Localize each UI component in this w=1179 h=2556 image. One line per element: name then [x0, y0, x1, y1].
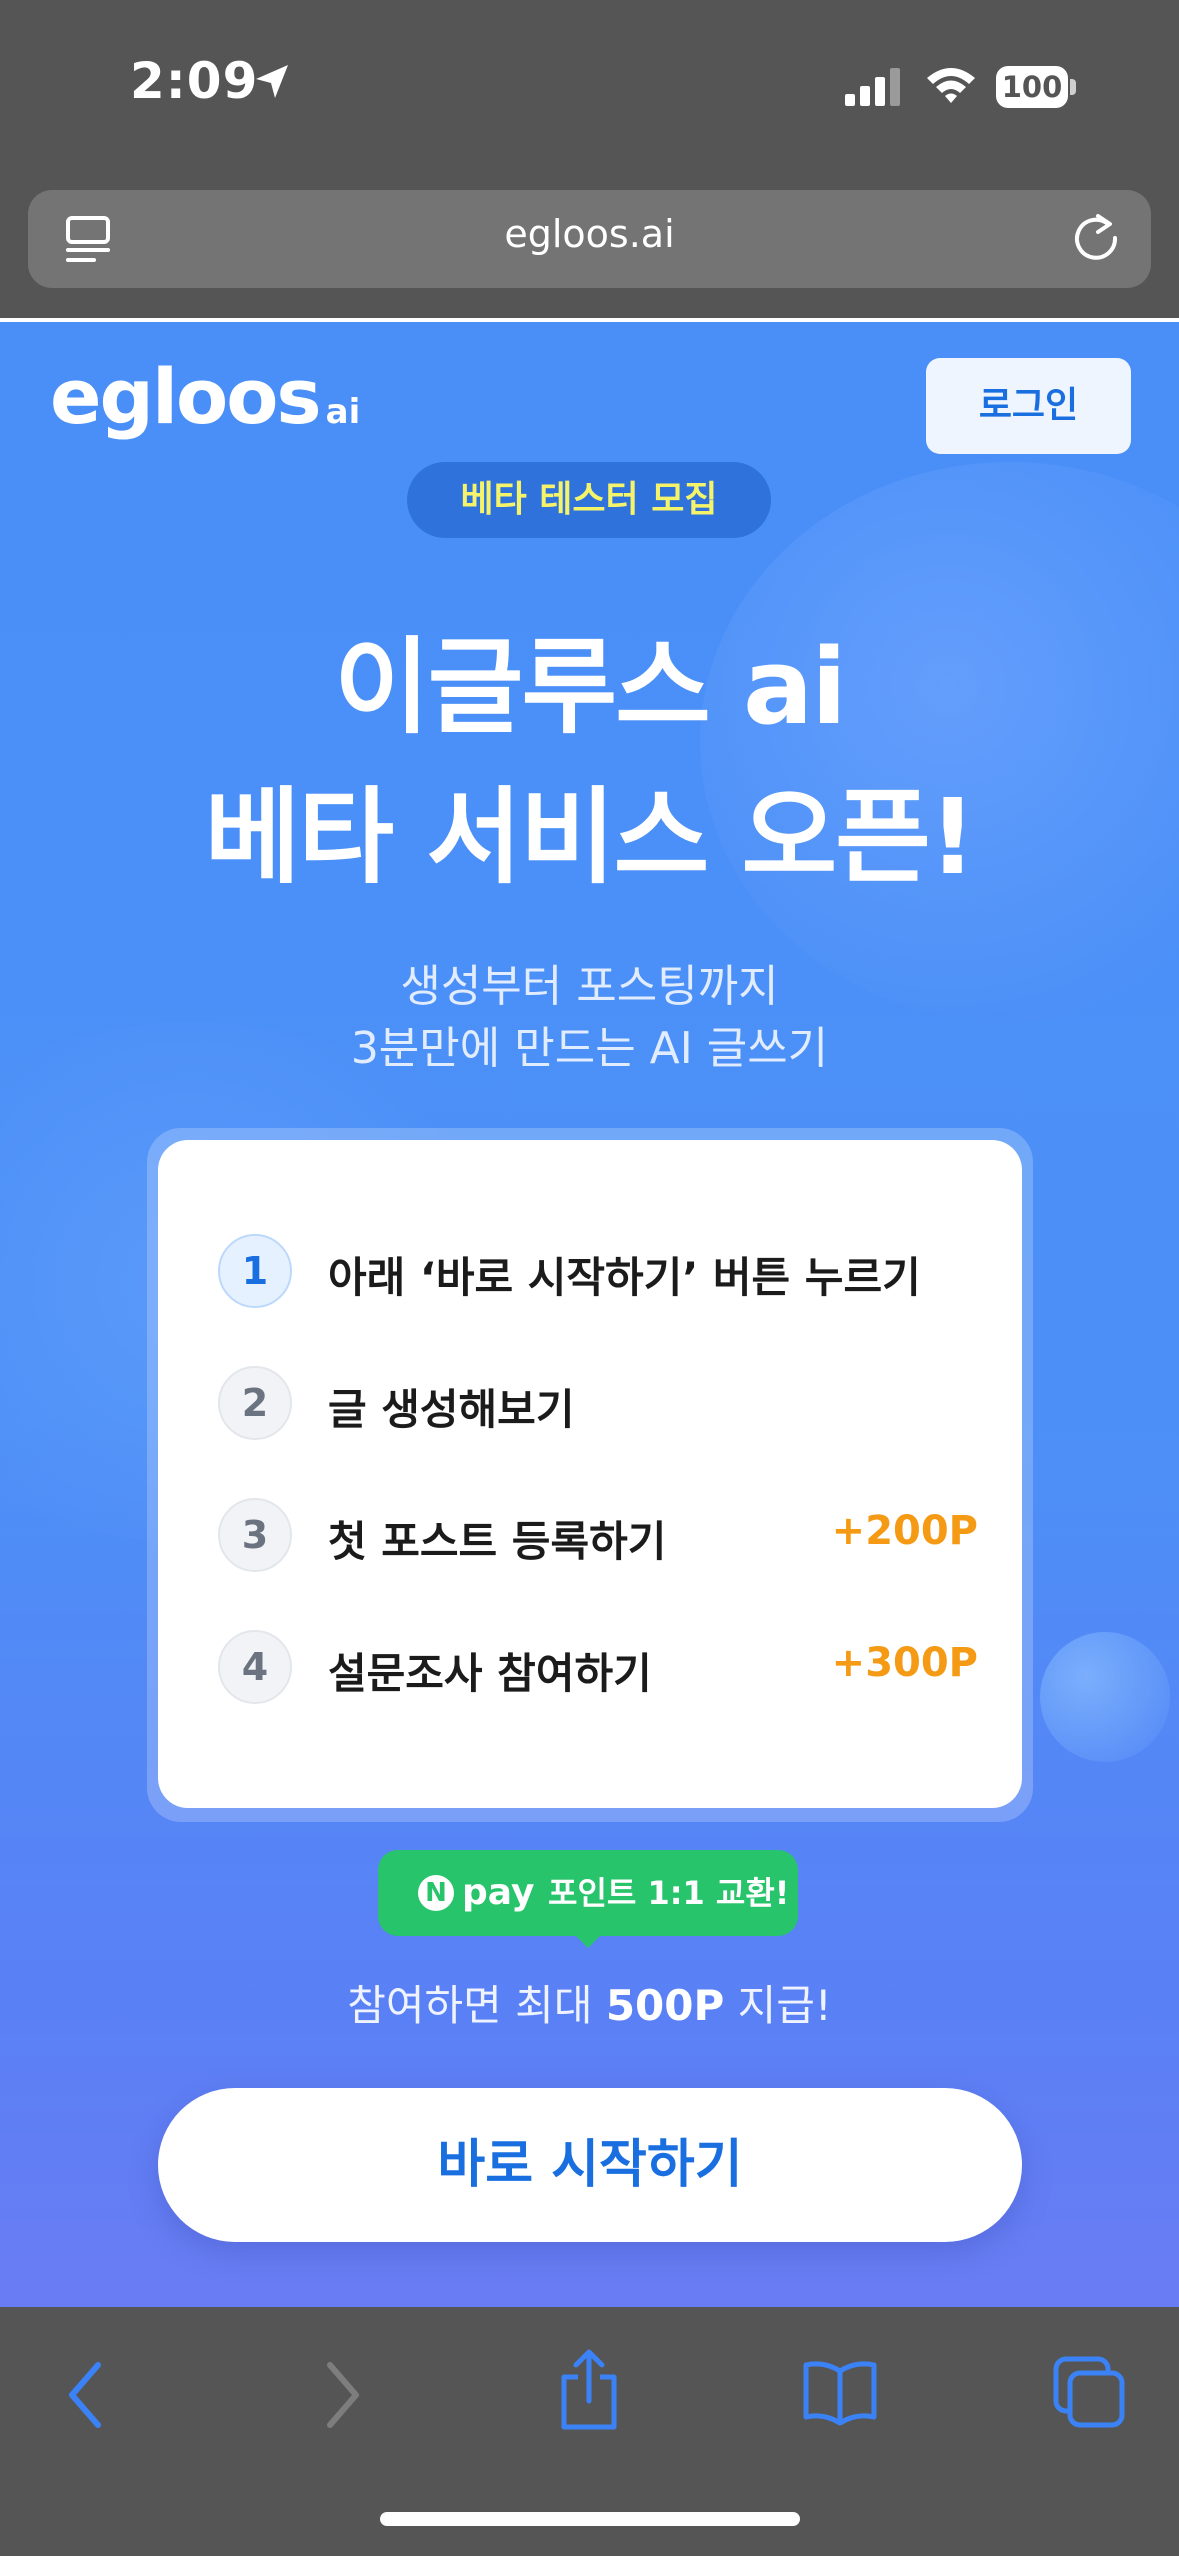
step-label: 설문조사 참여하기 — [328, 1649, 652, 1698]
npay-bubble-tail — [574, 1934, 602, 1948]
share-icon[interactable] — [554, 2347, 624, 2433]
battery-level: 100 — [996, 66, 1068, 108]
status-bar: 2:09 100 — [0, 0, 1179, 175]
reload-icon[interactable] — [1068, 210, 1124, 266]
npay-n-icon: N — [418, 1875, 454, 1911]
npay-exchange-text: 포인트 1:1 교환! — [548, 1874, 790, 1912]
step-number: 2 — [218, 1366, 292, 1440]
npay-bubble: N pay 포인트 1:1 교환! — [378, 1850, 798, 1936]
step-label: 첫 포스트 등록하기 — [328, 1517, 667, 1566]
step-reward: +300P — [831, 1640, 978, 1686]
status-time: 2:09 — [130, 52, 259, 110]
reward-summary: 참여하면 최대 500P 지급! — [0, 1972, 1179, 2033]
step-label: 글 생성해보기 — [328, 1385, 575, 1434]
reward-prefix: 참여하면 최대 — [347, 1981, 606, 2030]
step-item: 2 글 생성해보기 — [218, 1362, 978, 1442]
step-label: 아래 ‘바로 시작하기’ 버튼 누르기 — [328, 1253, 921, 1302]
reward-amount: 500P — [605, 1981, 725, 2030]
step-item: 3 첫 포스트 등록하기 +200P — [218, 1494, 978, 1574]
step-number: 4 — [218, 1630, 292, 1704]
step-item: 4 설문조사 참여하기 +300P — [218, 1626, 978, 1706]
reward-suffix: 지급! — [724, 1981, 832, 2030]
beta-badge: 베타 테스터 모집 — [407, 462, 771, 538]
battery-icon: 100 — [996, 66, 1076, 108]
url-text[interactable]: egloos.ai — [28, 212, 1151, 256]
forward-icon[interactable] — [316, 2355, 366, 2435]
bookmarks-icon[interactable] — [800, 2357, 880, 2427]
tabs-icon[interactable] — [1052, 2355, 1128, 2431]
web-page: egloos ai 로그인 베타 테스터 모집 이글루스 ai 베타 서비스 오픈… — [0, 322, 1179, 2307]
headline-line1: 이글루스 ai — [334, 626, 847, 748]
home-indicator[interactable] — [380, 2512, 800, 2526]
headline-line2: 베타 서비스 오픈! — [204, 776, 977, 898]
signal-icon — [845, 68, 900, 106]
start-now-button[interactable]: 바로 시작하기 — [158, 2088, 1022, 2242]
background-bubble — [1040, 1632, 1170, 1762]
step-number: 3 — [218, 1498, 292, 1572]
login-button[interactable]: 로그인 — [926, 358, 1131, 454]
address-bar[interactable]: egloos.ai — [28, 190, 1151, 288]
logo-sub-text: ai — [325, 392, 361, 432]
step-item: 1 아래 ‘바로 시작하기’ 버튼 누르기 — [218, 1230, 978, 1310]
steps-card: 1 아래 ‘바로 시작하기’ 버튼 누르기 2 글 생성해보기 3 첫 포스트 … — [158, 1140, 1022, 1808]
step-number: 1 — [218, 1234, 292, 1308]
step-reward: +200P — [831, 1508, 978, 1554]
wifi-icon — [927, 68, 975, 103]
location-arrow-icon — [256, 65, 288, 98]
subline-line2: 3분만에 만드는 AI 글쓰기 — [350, 1023, 829, 1074]
back-icon[interactable] — [62, 2355, 112, 2435]
subline-line1: 생성부터 포스팅까지 — [400, 961, 779, 1012]
logo-text: egloos — [50, 352, 322, 441]
npay-pay-text: pay — [462, 1872, 535, 1913]
egloos-logo[interactable]: egloos ai — [50, 352, 360, 441]
